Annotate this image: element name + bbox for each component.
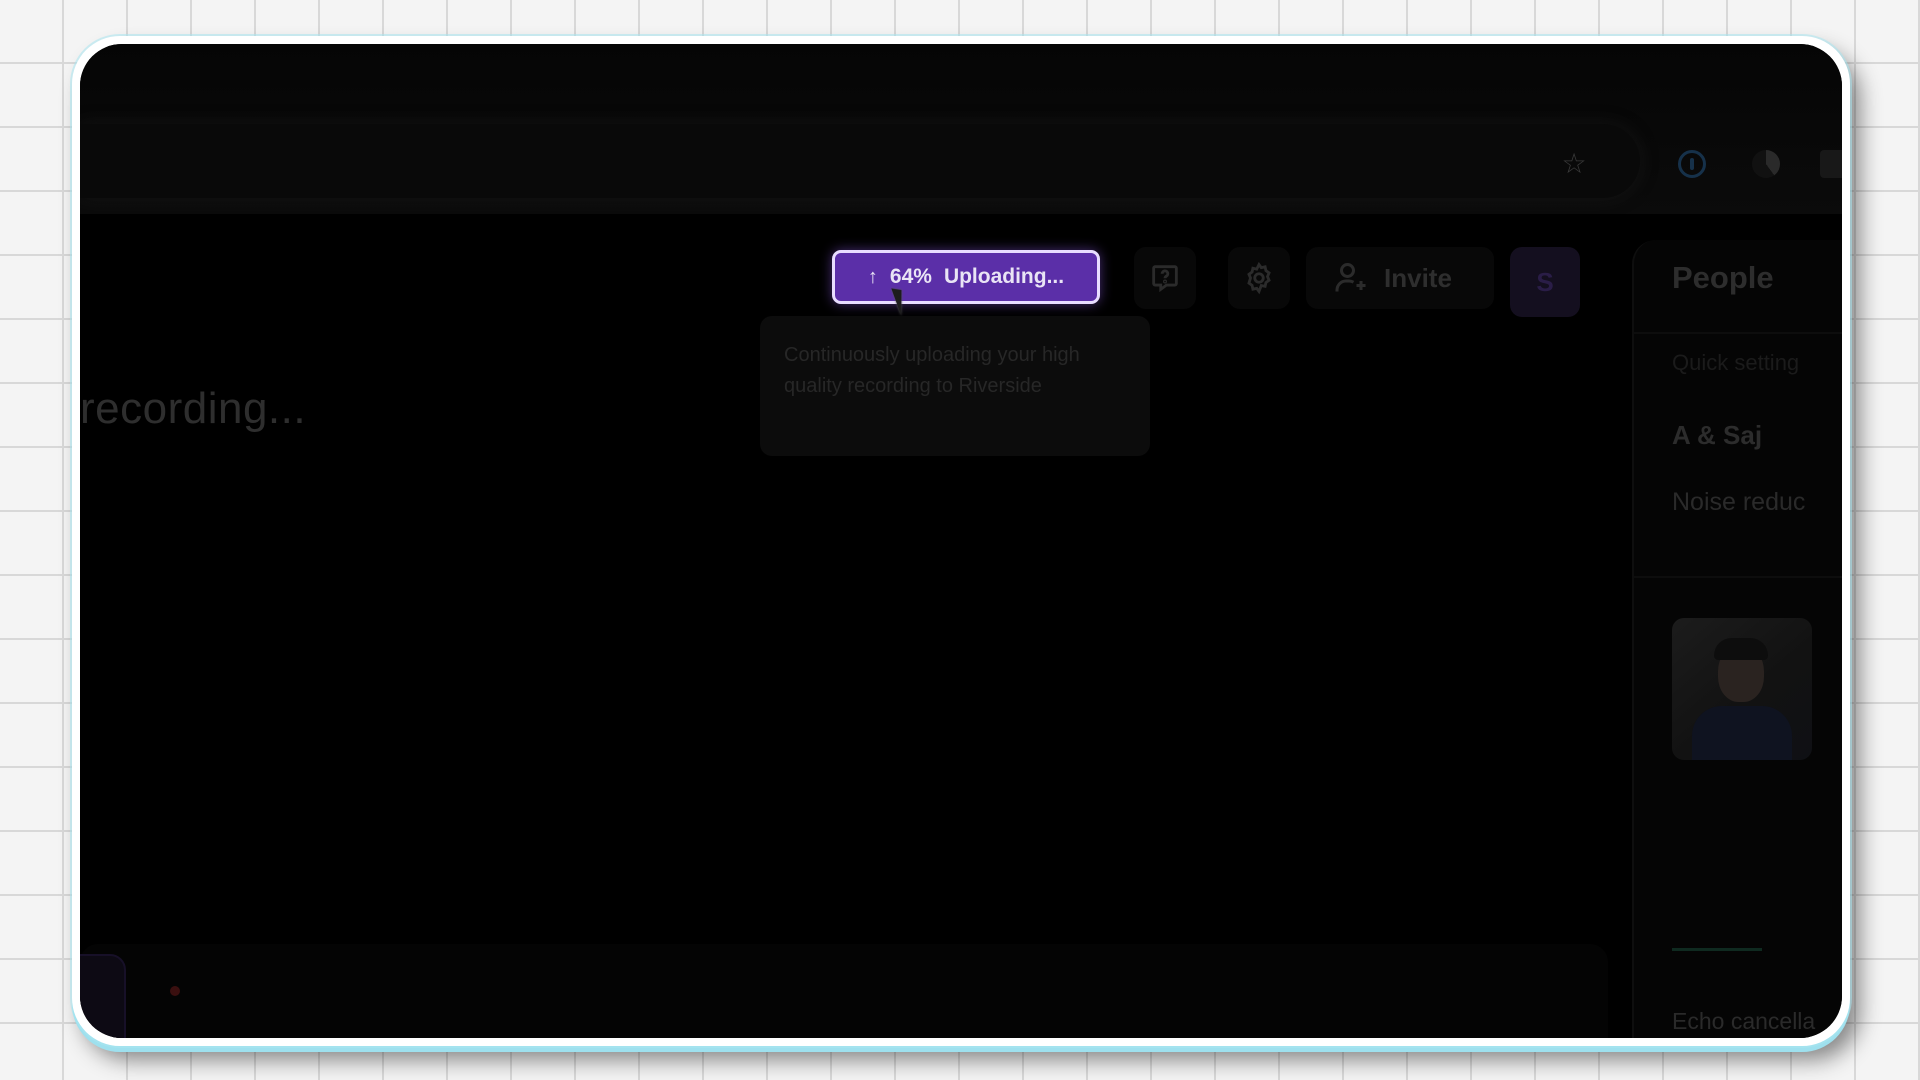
video-person-torso: [1692, 706, 1792, 760]
app-screen: ☆ recording... Invite S ↑ 64% Uploading.…: [80, 44, 1842, 1038]
echo-cancellation-label: Echo cancella: [1672, 1008, 1816, 1034]
upload-progress-button[interactable]: ↑ 64% Uploading...: [832, 250, 1100, 304]
help-button[interactable]: [1134, 247, 1196, 309]
password-extension-icon[interactable]: [1678, 150, 1706, 178]
invite-label: Invite: [1384, 262, 1452, 293]
upload-arrow-icon: ↑: [867, 265, 878, 288]
panel-title: People: [1672, 260, 1774, 295]
address-bar[interactable]: [80, 124, 1640, 198]
device-frame: ☆ recording... Invite S ↑ 64% Uploading.…: [72, 36, 1850, 1046]
gear-icon: [1247, 261, 1271, 295]
video-person-cap: [1714, 638, 1768, 660]
invite-button[interactable]: Invite: [1306, 247, 1494, 309]
add-user-icon: [1335, 263, 1366, 292]
upload-status: Uploading...: [943, 265, 1065, 288]
participant-video-thumbnail[interactable]: [1672, 618, 1812, 760]
settings-button[interactable]: [1228, 247, 1290, 309]
divider: [1634, 576, 1842, 578]
participant-name: A & Saj: [1672, 420, 1763, 450]
bookmark-star-icon[interactable]: ☆: [1560, 150, 1588, 178]
recording-indicator-dot: [170, 986, 180, 996]
browser-toolbar: ☆: [80, 44, 1842, 214]
people-panel: People Quick setting A & Saj Noise reduc…: [1632, 240, 1842, 1038]
divider: [1634, 332, 1842, 334]
noise-reduction-label: Noise reduc: [1672, 488, 1806, 516]
recording-status-text: recording...: [80, 384, 307, 433]
quick-settings-tab[interactable]: Quick setting: [1672, 350, 1799, 376]
control-tab[interactable]: [80, 954, 126, 1038]
help-chat-icon: [1152, 265, 1178, 293]
upload-tooltip: Continuously uploading your high quality…: [760, 316, 1150, 456]
audio-level-meter: [1672, 948, 1762, 951]
extension-icon[interactable]: [1752, 150, 1780, 178]
avatar[interactable]: S: [1510, 247, 1580, 317]
recording-controls-bar: [80, 944, 1608, 1038]
extension-icon-2[interactable]: [1820, 150, 1842, 178]
